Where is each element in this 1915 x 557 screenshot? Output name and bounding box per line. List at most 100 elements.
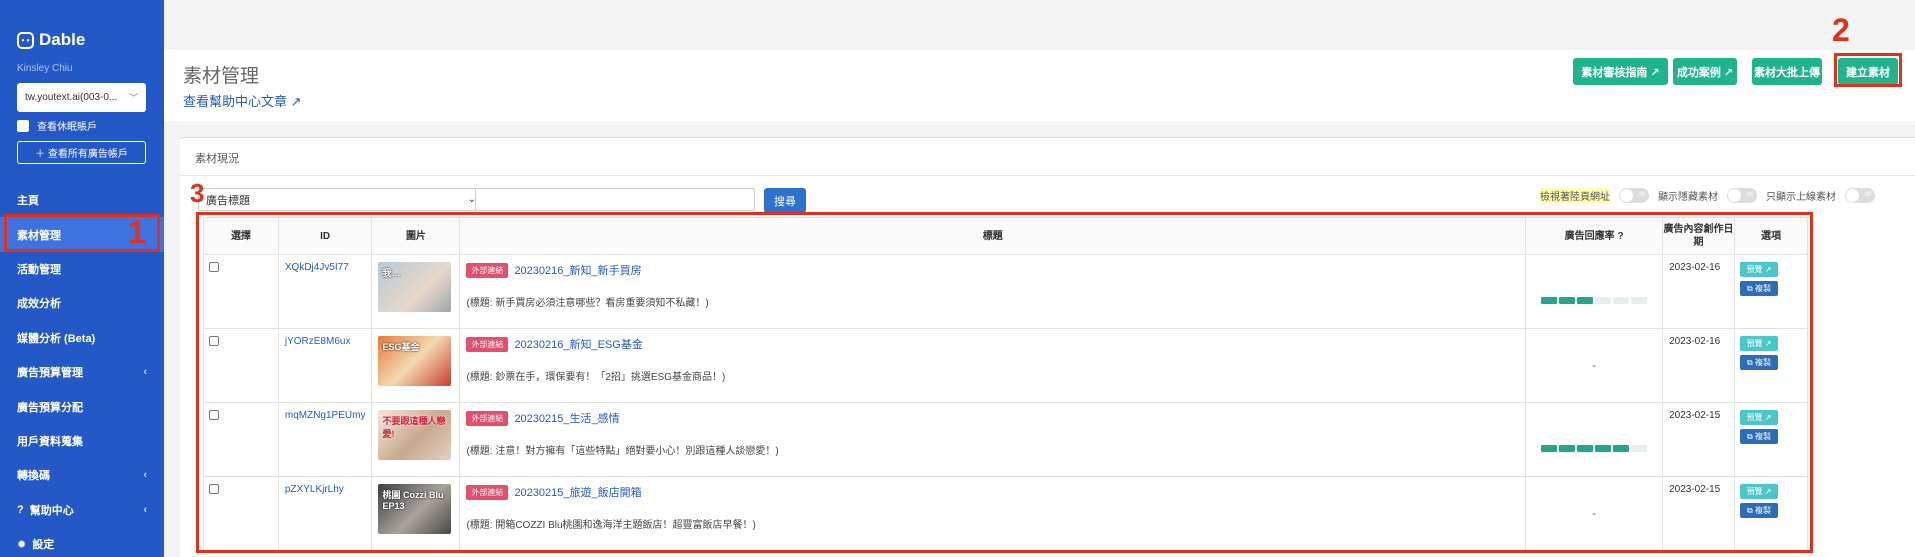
landing-url-toggle[interactable]: off <box>1619 188 1649 203</box>
sidebar-item-label: 媒體分析 (Beta) <box>17 332 96 345</box>
creative-id[interactable]: pZXYLKjrLhy <box>277 476 373 551</box>
sidebar-item-label: 素材管理 <box>17 229 61 242</box>
review-guide-button[interactable]: 素材審核指南 ↗ <box>1573 58 1668 85</box>
table-row: pZXYLKjrLhy 桃園 Cozzi Blu EP13 外部連結 202302… <box>203 476 1808 551</box>
creative-thumbnail[interactable]: 我… <box>378 262 452 312</box>
sidebar-item-campaigns[interactable]: 活動管理 <box>0 252 164 286</box>
create-creative-button[interactable]: 建立素材 <box>1838 58 1898 85</box>
creative-id[interactable]: XQkDj4Jv5I77 <box>277 254 373 329</box>
row-select-cell <box>203 254 279 329</box>
response-rate-empty: - <box>1592 359 1596 372</box>
ad-name-link[interactable]: 20230216_新知_新手買房 <box>514 265 641 277</box>
ad-name-link[interactable]: 20230215_生活_感情 <box>514 413 619 425</box>
sidebar-item-home[interactable]: 主頁 <box>0 183 164 217</box>
dormant-label: 查看休眠賬戶 <box>37 122 97 133</box>
sidebar-item-help[interactable]: ? 幫助中心 ‹ <box>0 493 164 527</box>
creative-id[interactable]: jYORzE8M6ux <box>277 328 373 403</box>
row-checkbox[interactable] <box>209 262 219 272</box>
col-image: 圖片 <box>371 217 461 255</box>
response-rate-bar <box>1532 445 1656 452</box>
chevron-left-icon: ‹ <box>143 366 147 379</box>
external-link-badge: 外部連結 <box>466 262 509 278</box>
row-checkbox[interactable] <box>209 336 219 346</box>
col-select: 選擇 <box>203 217 279 255</box>
chevron-left-icon: ‹ <box>143 469 147 482</box>
thumb-cell: 桃園 Cozzi Blu EP13 <box>371 476 461 551</box>
row-select-cell <box>203 328 279 403</box>
section-label: 素材現況 <box>195 153 239 165</box>
creatives-table: 選擇 ID 圖片 標題 廣告回應率 ? 廣告內容創作日期 選項 XQkDj4Jv… <box>203 217 1808 551</box>
preview-button[interactable]: 預覽 ↗ <box>1740 336 1779 351</box>
sidebar-item-label: 廣告預算管理 <box>17 367 83 380</box>
sidebar-item-media-analysis[interactable]: 媒體分析 (Beta) <box>0 321 164 355</box>
ad-headline: (標題: 鈔票在手，環保要有！「2招」挑選ESG基金商品！) <box>466 372 726 383</box>
sidebar-item-budget[interactable]: 廣告預算管理 ‹ <box>0 355 164 389</box>
online-only-toggle[interactable]: off <box>1845 188 1875 203</box>
preview-button[interactable]: 預覽 ↗ <box>1740 410 1779 425</box>
dormant-account-toggle[interactable]: 查看休眠賬戶 <box>17 118 97 133</box>
online-only-toggle-label: 只顯示上線素材 <box>1766 192 1836 203</box>
title-cell: 外部連結 20230215_旅遊_飯店開箱 (標題: 開箱COZZI Blu桃園和逸… <box>459 476 1527 551</box>
dable-logo[interactable]: • • Dable <box>17 30 85 50</box>
search-input[interactable] <box>475 188 755 211</box>
external-link-badge: 外部連結 <box>466 410 509 426</box>
response-rate-bar <box>1532 297 1656 304</box>
options-cell: 預覽 ↗ ⧉ 複製 <box>1734 402 1808 477</box>
copy-button[interactable]: ⧉ 複製 <box>1740 503 1779 518</box>
account-select[interactable]: tw.youtext.ai(003-0... ﹀ <box>17 83 146 112</box>
table-row: XQkDj4Jv5I77 我… 外部連結 20230216_新知_新手買房 (標題:… <box>203 254 1808 329</box>
sidebar-item-budget-allocation[interactable]: 廣告預算分配 <box>0 389 164 423</box>
sidebar-item-performance[interactable]: 成效分析 <box>0 286 164 320</box>
help-center-link[interactable]: 查看幫助中心文章 ↗ <box>183 91 302 110</box>
creative-id[interactable]: mqMZNg1PEUmy <box>277 402 373 477</box>
sidebar-item-settings[interactable]: ✹ 設定 <box>0 527 164 557</box>
landing-url-toggle-label: 檢視著陸頁網址 <box>1540 188 1610 203</box>
sidebar-item-label: 主頁 <box>17 195 39 208</box>
search-field-value: 廣告標題 <box>206 194 250 207</box>
view-all-accounts-button[interactable]: ＋ 查看所有廣告帳戶 <box>17 141 146 164</box>
title-cell: 外部連結 20230216_新知_新手買房 (標題: 新手買房必須注意哪些？看房重要… <box>459 254 1527 329</box>
creative-thumbnail[interactable]: 不要跟這種人戀愛! <box>378 410 452 460</box>
ad-name-link[interactable]: 20230215_旅遊_飯店開箱 <box>514 487 641 499</box>
preview-button[interactable]: 預覽 ↗ <box>1740 484 1779 499</box>
search-field-select[interactable]: 廣告標題 ⌄ <box>198 188 483 211</box>
col-title: 標題 <box>459 217 1527 255</box>
thumbnail-text: ESG基金 <box>382 342 420 352</box>
external-link-badge: 外部連結 <box>466 484 509 500</box>
sidebar-item-label: 轉換碼 <box>17 470 50 483</box>
creative-thumbnail[interactable]: 桃園 Cozzi Blu EP13 <box>378 484 452 534</box>
col-response-rate[interactable]: 廣告回應率 ? <box>1525 217 1664 255</box>
sidebar-item-audience[interactable]: 用戶資料蒐集 <box>0 424 164 458</box>
thumbnail-text: 我… <box>382 268 401 278</box>
row-checkbox[interactable] <box>209 484 219 494</box>
hidden-creatives-toggle-label: 顯示隱藏素材 <box>1658 192 1718 203</box>
ad-headline: (標題: 新手買房必須注意哪些？看房重要須知不私藏！) <box>466 298 709 309</box>
thumbnail-text: 桃園 Cozzi Blu EP13 <box>382 490 444 511</box>
creative-thumbnail[interactable]: ESG基金 <box>378 336 452 386</box>
hidden-creatives-toggle[interactable]: off <box>1727 188 1757 203</box>
copy-button[interactable]: ⧉ 複製 <box>1740 429 1779 444</box>
chevron-down-icon: ﹀ <box>128 93 138 103</box>
page-header: 素材管理 查看幫助中心文章 ↗ 素材審核指南 ↗ 成功案例 ↗ 素材大批上傳 建… <box>164 50 1915 121</box>
logo-text: Dable <box>39 30 86 49</box>
help-icon: ? <box>17 503 24 516</box>
ad-headline: (標題: 注意！對方擁有「這些特點」絕對要小心！別跟這種人談戀愛！) <box>466 446 779 457</box>
title-cell: 外部連結 20230215_生活_感情 (標題: 注意！對方擁有「這些特點」絕對要小… <box>459 402 1527 477</box>
user-name[interactable]: Kinsley Chiu <box>17 63 73 74</box>
copy-button[interactable]: ⧉ 複製 <box>1740 355 1779 370</box>
preview-button[interactable]: 預覽 ↗ <box>1740 262 1779 277</box>
toggle-state: off <box>1864 192 1871 198</box>
response-rate-empty: - <box>1592 507 1596 520</box>
dormant-checkbox[interactable] <box>17 119 29 132</box>
bulk-upload-button[interactable]: 素材大批上傳 <box>1752 58 1822 85</box>
sidebar-item-conversion[interactable]: 轉換碼 ‹ <box>0 458 164 492</box>
col-created-date: 廣告內容創作日期 <box>1662 217 1736 255</box>
copy-button[interactable]: ⧉ 複製 <box>1740 281 1779 296</box>
divider <box>180 175 1915 176</box>
ad-name-link[interactable]: 20230216_新知_ESG基金 <box>514 339 642 351</box>
sidebar-item-label: 成效分析 <box>17 298 61 311</box>
search-button[interactable]: 搜尋 <box>764 188 806 213</box>
success-cases-button[interactable]: 成功案例 ↗ <box>1673 58 1737 85</box>
response-rate-cell <box>1525 402 1664 477</box>
row-checkbox[interactable] <box>209 410 219 420</box>
